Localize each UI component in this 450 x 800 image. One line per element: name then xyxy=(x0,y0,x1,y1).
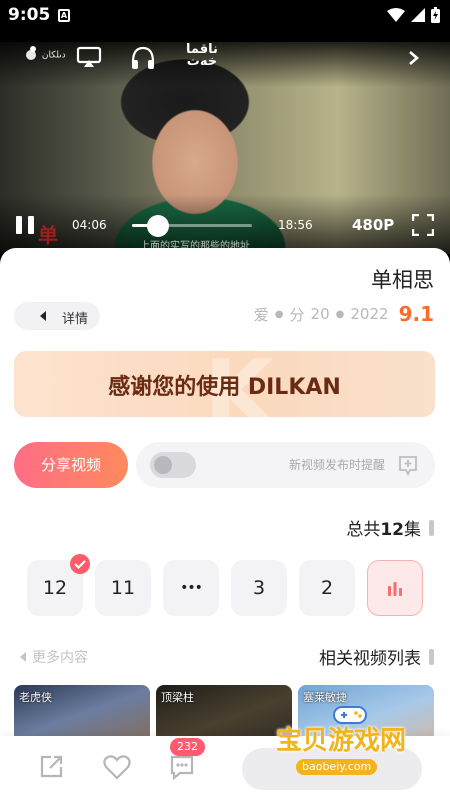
video-meta: 爱 ● 分 20 ● 2022 9.1 xyxy=(253,302,434,326)
dot-icon xyxy=(30,46,36,52)
check-icon xyxy=(70,554,90,574)
playing-episode-tile[interactable] xyxy=(367,560,423,616)
add-reminder-icon[interactable] xyxy=(397,454,419,476)
pause-icon[interactable] xyxy=(16,216,36,234)
more-content-link[interactable]: 更多内容 xyxy=(20,647,88,667)
quality-button[interactable]: 480P xyxy=(352,216,394,234)
status-icons xyxy=(387,7,440,23)
more-episodes-button[interactable]: ••• xyxy=(163,560,219,616)
meta-genre: 爱 xyxy=(253,305,269,324)
episode-tile[interactable]: 2 xyxy=(299,560,355,616)
detail-sheet: 单相思 详情 爱 ● 分 20 ● 2022 9.1 K 感谢您的使用 DILK… xyxy=(0,248,450,800)
share-icon[interactable] xyxy=(38,754,64,780)
caret-left-icon xyxy=(40,311,46,321)
episodes-header: 总共12集 xyxy=(346,515,434,540)
meta-year: 2022 xyxy=(350,305,389,323)
current-time: 04:06 xyxy=(72,218,107,232)
comment-icon[interactable] xyxy=(168,754,196,780)
equalizer-icon xyxy=(388,582,402,596)
site-watermark-url: baobeiy.com xyxy=(296,759,378,775)
reminder-toggle[interactable] xyxy=(150,452,196,478)
signal-icon xyxy=(411,8,425,22)
meta-category: 分 xyxy=(289,305,305,324)
caret-left-icon xyxy=(20,652,26,662)
thanks-banner[interactable]: K 感谢您的使用 DILKAN xyxy=(14,351,435,417)
player-controls: 04:06 18:56 480P xyxy=(0,210,450,240)
score: 9.1 xyxy=(398,302,434,326)
fullscreen-icon[interactable] xyxy=(412,214,434,236)
meta-episodes: 20 xyxy=(310,305,330,323)
episode-tile[interactable]: 11 xyxy=(95,560,151,616)
program-logo: ناقما خەت xyxy=(186,42,218,69)
seek-bar[interactable] xyxy=(132,215,252,237)
accessibility-indicator-icon: A xyxy=(58,9,70,22)
video-player[interactable]: دىلكان ناقما خەت 单 上面的实写的那些的地址 04:06 18:… xyxy=(0,32,450,254)
banner-text: 感谢您的使用 DILKAN xyxy=(108,375,341,400)
details-button[interactable]: 详情 xyxy=(14,302,100,330)
headphones-icon[interactable] xyxy=(130,46,156,70)
chevron-right-icon[interactable] xyxy=(408,50,420,66)
duration: 18:56 xyxy=(278,218,313,232)
status-time: 9:05 xyxy=(8,5,51,25)
seek-handle[interactable] xyxy=(147,215,170,237)
status-bar: 9:05 A xyxy=(0,0,450,32)
related-header: 相关视频列表 xyxy=(319,644,434,669)
heart-icon[interactable] xyxy=(103,754,131,780)
share-video-button[interactable]: 分享视频 xyxy=(14,442,128,488)
reminder-label: 新视频发布时提醒 xyxy=(288,458,385,472)
site-watermark-name: 宝贝游戏网 xyxy=(276,726,407,756)
episode-tile[interactable]: 3 xyxy=(231,560,287,616)
wifi-icon xyxy=(387,8,405,22)
battery-icon xyxy=(431,7,440,23)
release-reminder: 新视频发布时提醒 xyxy=(136,442,435,488)
video-title: 单相思 xyxy=(371,268,434,292)
cast-icon[interactable] xyxy=(76,46,102,68)
comment-count-badge: 232 xyxy=(170,738,205,756)
